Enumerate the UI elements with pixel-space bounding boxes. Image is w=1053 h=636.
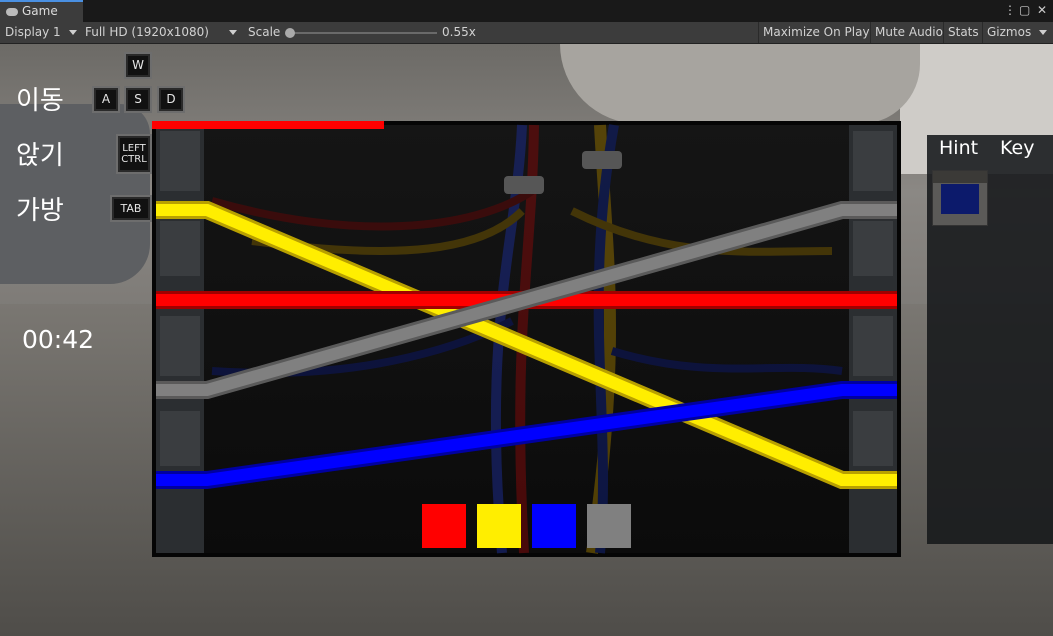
resolution-label: Full HD (1920x1080) <box>85 25 209 39</box>
key-left-ctrl: LEFT CTRL <box>116 134 152 174</box>
chevron-down-icon <box>69 30 77 35</box>
timer: 00:42 <box>22 325 95 354</box>
scale-value: 0.55x <box>442 25 476 39</box>
close-icon[interactable]: ✕ <box>1037 3 1047 17</box>
wire-puzzle-canvas <box>156 124 897 554</box>
gray-swatch[interactable] <box>587 504 631 548</box>
game-tab-label: Game <box>22 4 58 18</box>
key-tab: TAB <box>110 195 152 222</box>
resolution-dropdown[interactable]: Full HD (1920x1080) <box>85 22 239 43</box>
key-left-ctrl-line1: LEFT <box>122 143 146 154</box>
display-label: Display 1 <box>5 25 61 39</box>
game-tab[interactable]: Game <box>0 0 83 22</box>
puzzle-progress-bar <box>152 121 384 129</box>
gizmos-dropdown[interactable]: Gizmos <box>982 22 1053 43</box>
key-tab[interactable]: Key <box>1000 137 1034 159</box>
crouch-label: 앉기 <box>16 141 64 171</box>
move-label: 이동 <box>16 86 64 116</box>
bag-label: 가방 <box>16 196 64 226</box>
gizmos-label: Gizmos <box>987 25 1032 39</box>
editor-tab-bar: Game ⋮ ▢ ✕ <box>0 0 1053 23</box>
red-swatch[interactable] <box>422 504 466 548</box>
key-d: D <box>157 86 185 113</box>
display-dropdown[interactable]: Display 1 <box>5 22 81 43</box>
mute-audio-toggle[interactable]: Mute Audio <box>870 22 947 43</box>
stats-toggle[interactable]: Stats <box>943 22 983 43</box>
background-object <box>560 44 920 124</box>
maximize-on-play-toggle[interactable]: Maximize On Play <box>758 22 874 43</box>
shelf-image <box>933 171 987 183</box>
game-toolbar: Display 1 Full HD (1920x1080) Scale 0.55… <box>0 22 1053 44</box>
hint-item-thumbnail[interactable] <box>932 170 988 226</box>
blue-swatch[interactable] <box>532 504 576 548</box>
chevron-down-icon <box>1039 30 1047 35</box>
key-a: A <box>92 86 120 113</box>
maximize-icon[interactable]: ▢ <box>1019 3 1030 17</box>
more-options-icon[interactable]: ⋮ <box>1004 3 1016 17</box>
scale-label: Scale <box>248 25 281 39</box>
note-image <box>941 184 979 214</box>
key-w: W <box>124 52 152 79</box>
chevron-down-icon <box>229 30 237 35</box>
key-s: S <box>124 86 152 113</box>
scale-slider-track[interactable] <box>290 32 437 34</box>
key-left-ctrl-line2: CTRL <box>121 154 147 165</box>
gamepad-icon <box>6 7 18 16</box>
hint-tab[interactable]: Hint <box>939 137 978 159</box>
wire-puzzle-panel <box>152 121 901 557</box>
scale-slider-handle[interactable] <box>285 28 295 38</box>
yellow-swatch[interactable] <box>477 504 521 548</box>
hint-panel: Hint Key <box>927 135 1053 544</box>
